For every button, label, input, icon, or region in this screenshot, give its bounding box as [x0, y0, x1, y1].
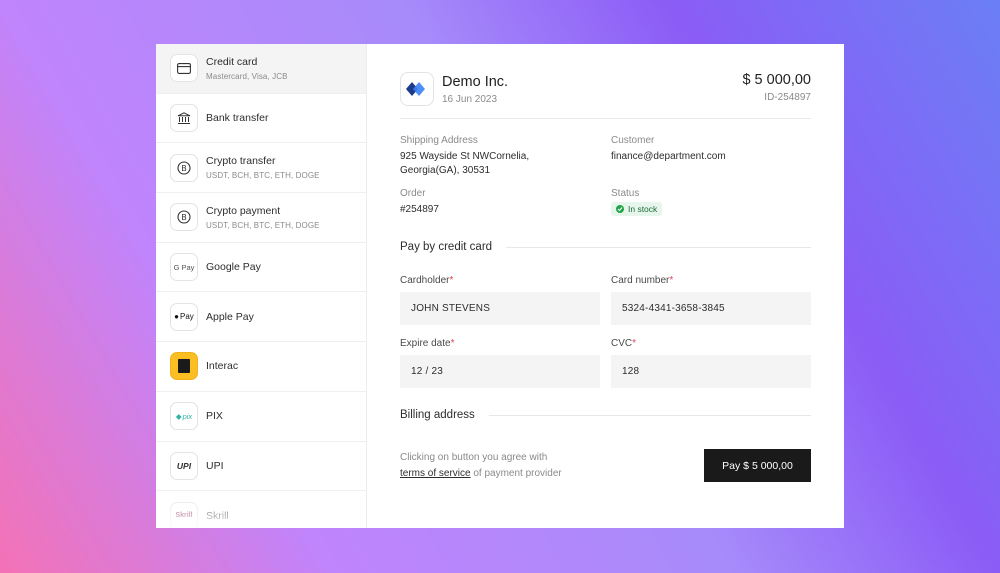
- customer-email: finance@department.com: [611, 151, 726, 162]
- billing-title: Billing address: [400, 409, 475, 421]
- total-amount: $ 5 000,00: [742, 72, 811, 88]
- method-crypto-transfer[interactable]: B Crypto transfer USDT, BCH, BTC, ETH, D…: [156, 143, 366, 194]
- checkout-main: Demo Inc. 16 Jun 2023 $ 5 000,00 ID-2548…: [367, 44, 844, 528]
- status-text: In stock: [628, 204, 658, 214]
- pay-section-title: Pay by credit card: [400, 241, 493, 253]
- method-credit-card[interactable]: Credit card Mastercard, Visa, JCB: [156, 44, 366, 94]
- bitcoin-icon: B: [170, 153, 198, 182]
- shipping-label: Shipping Address: [400, 135, 478, 146]
- company-name: Demo Inc.: [442, 73, 509, 90]
- card-number-label: Card number*: [611, 275, 811, 286]
- interac-icon: [170, 352, 198, 381]
- status-badge: In stock: [611, 202, 663, 216]
- upi-icon: UPI: [170, 451, 198, 480]
- method-sub: USDT, BCH, BTC, ETH, DOGE: [206, 171, 320, 181]
- order-number: #254897: [400, 204, 439, 215]
- company-logo-icon: [400, 72, 434, 106]
- amount-block: $ 5 000,00 ID-254897: [742, 72, 811, 103]
- check-icon: [616, 205, 624, 213]
- agree-text: Clicking on button you agree with: [400, 451, 548, 463]
- shipping-line-1: 925 Wayside St NWCornelia,: [400, 151, 530, 162]
- checkout-footer: Clicking on button you agree with terms …: [400, 449, 811, 482]
- method-name: Skrill: [206, 509, 229, 522]
- method-sub: USDT, BCH, BTC, ETH, DOGE: [206, 220, 320, 230]
- shipping-line-2: Georgia(GA), 30531: [400, 165, 491, 176]
- method-name: PIX: [206, 410, 223, 423]
- order-info: Shipping Address 925 Wayside St NWCornel…: [400, 135, 811, 217]
- checkout-card: Credit card Mastercard, Visa, JCB Bank t…: [156, 44, 844, 528]
- method-name: Crypto transfer: [206, 155, 276, 168]
- required-mark: *: [669, 275, 674, 286]
- method-bank-transfer[interactable]: Bank transfer: [156, 94, 366, 144]
- method-upi[interactable]: UPI UPI: [156, 442, 366, 492]
- expire-label-text: Expire date: [400, 338, 451, 349]
- status-label: Status: [611, 188, 640, 199]
- cvc-label: CVC*: [611, 338, 811, 349]
- section-divider: [506, 246, 811, 248]
- card-number-label-text: Card number: [611, 275, 670, 286]
- method-name: Bank transfer: [206, 112, 269, 125]
- cardholder-label-text: Cardholder: [400, 275, 450, 286]
- method-apple-pay[interactable]: ● Pay Apple Pay: [156, 292, 366, 343]
- method-name: Credit card: [206, 55, 258, 68]
- apple-pay-icon: ● Pay: [170, 302, 198, 331]
- expire-date-input[interactable]: 12 / 23: [400, 355, 600, 388]
- method-crypto-payment[interactable]: B Crypto payment USDT, BCH, BTC, ETH, DO…: [156, 193, 366, 243]
- google-pay-icon: G Pay: [170, 253, 198, 282]
- method-name: Crypto payment: [206, 204, 281, 217]
- shipping-address: 925 Wayside St NWCornelia, Georgia(GA), …: [400, 150, 611, 178]
- terms-link[interactable]: terms of service: [400, 468, 471, 479]
- required-mark: *: [450, 338, 455, 349]
- required-mark: *: [632, 338, 637, 349]
- header-divider: [400, 118, 811, 119]
- terms-suffix: of payment provider: [470, 467, 562, 479]
- method-google-pay[interactable]: G Pay Google Pay: [156, 243, 366, 293]
- expire-date-label: Expire date*: [400, 338, 600, 349]
- method-sub: Mastercard, Visa, JCB: [206, 71, 288, 81]
- pix-icon-text: pix: [182, 411, 193, 421]
- apple-pay-icon-text: Pay: [180, 312, 194, 322]
- svg-text:B: B: [181, 164, 187, 173]
- invoice-id: ID-254897: [764, 92, 811, 103]
- invoice-header: Demo Inc. 16 Jun 2023 $ 5 000,00 ID-2548…: [400, 72, 811, 106]
- method-pix[interactable]: ◆ pix PIX: [156, 392, 366, 442]
- bank-icon: [170, 104, 198, 133]
- card-number-input[interactable]: 5324-4341-3658-3845: [611, 292, 811, 325]
- method-name: UPI: [206, 459, 224, 472]
- method-name: Apple Pay: [206, 310, 254, 323]
- company-block: Demo Inc. 16 Jun 2023: [400, 72, 508, 106]
- method-name: Interac: [206, 360, 239, 373]
- section-divider: [488, 414, 811, 416]
- terms-text: Clicking on button you agree with terms …: [400, 450, 562, 482]
- svg-text:B: B: [181, 213, 187, 222]
- method-name: Google Pay: [206, 261, 261, 274]
- method-interac[interactable]: Interac: [156, 342, 366, 392]
- pix-icon: ◆ pix: [170, 402, 198, 431]
- cvc-input[interactable]: 128: [611, 355, 811, 388]
- cardholder-label: Cardholder*: [400, 275, 600, 286]
- skrill-icon: Skrill: [170, 501, 198, 528]
- required-mark: *: [449, 275, 454, 286]
- cardholder-input[interactable]: JOHN STEVENS: [400, 292, 600, 325]
- billing-section-header[interactable]: Billing address: [400, 409, 811, 421]
- invoice-date: 16 Jun 2023: [442, 93, 498, 105]
- customer-label: Customer: [611, 135, 655, 146]
- payment-methods-sidebar: Credit card Mastercard, Visa, JCB Bank t…: [156, 44, 367, 528]
- cvc-label-text: CVC: [611, 338, 633, 349]
- order-label: Order: [400, 188, 426, 199]
- pay-section-header: Pay by credit card: [400, 241, 811, 253]
- credit-card-icon: [170, 54, 198, 83]
- bitcoin-icon: B: [170, 203, 198, 232]
- pay-button[interactable]: Pay $ 5 000,00: [704, 449, 811, 482]
- method-skrill[interactable]: Skrill Skrill: [156, 491, 366, 528]
- card-form: Cardholder* JOHN STEVENS Card number* 53…: [400, 275, 811, 388]
